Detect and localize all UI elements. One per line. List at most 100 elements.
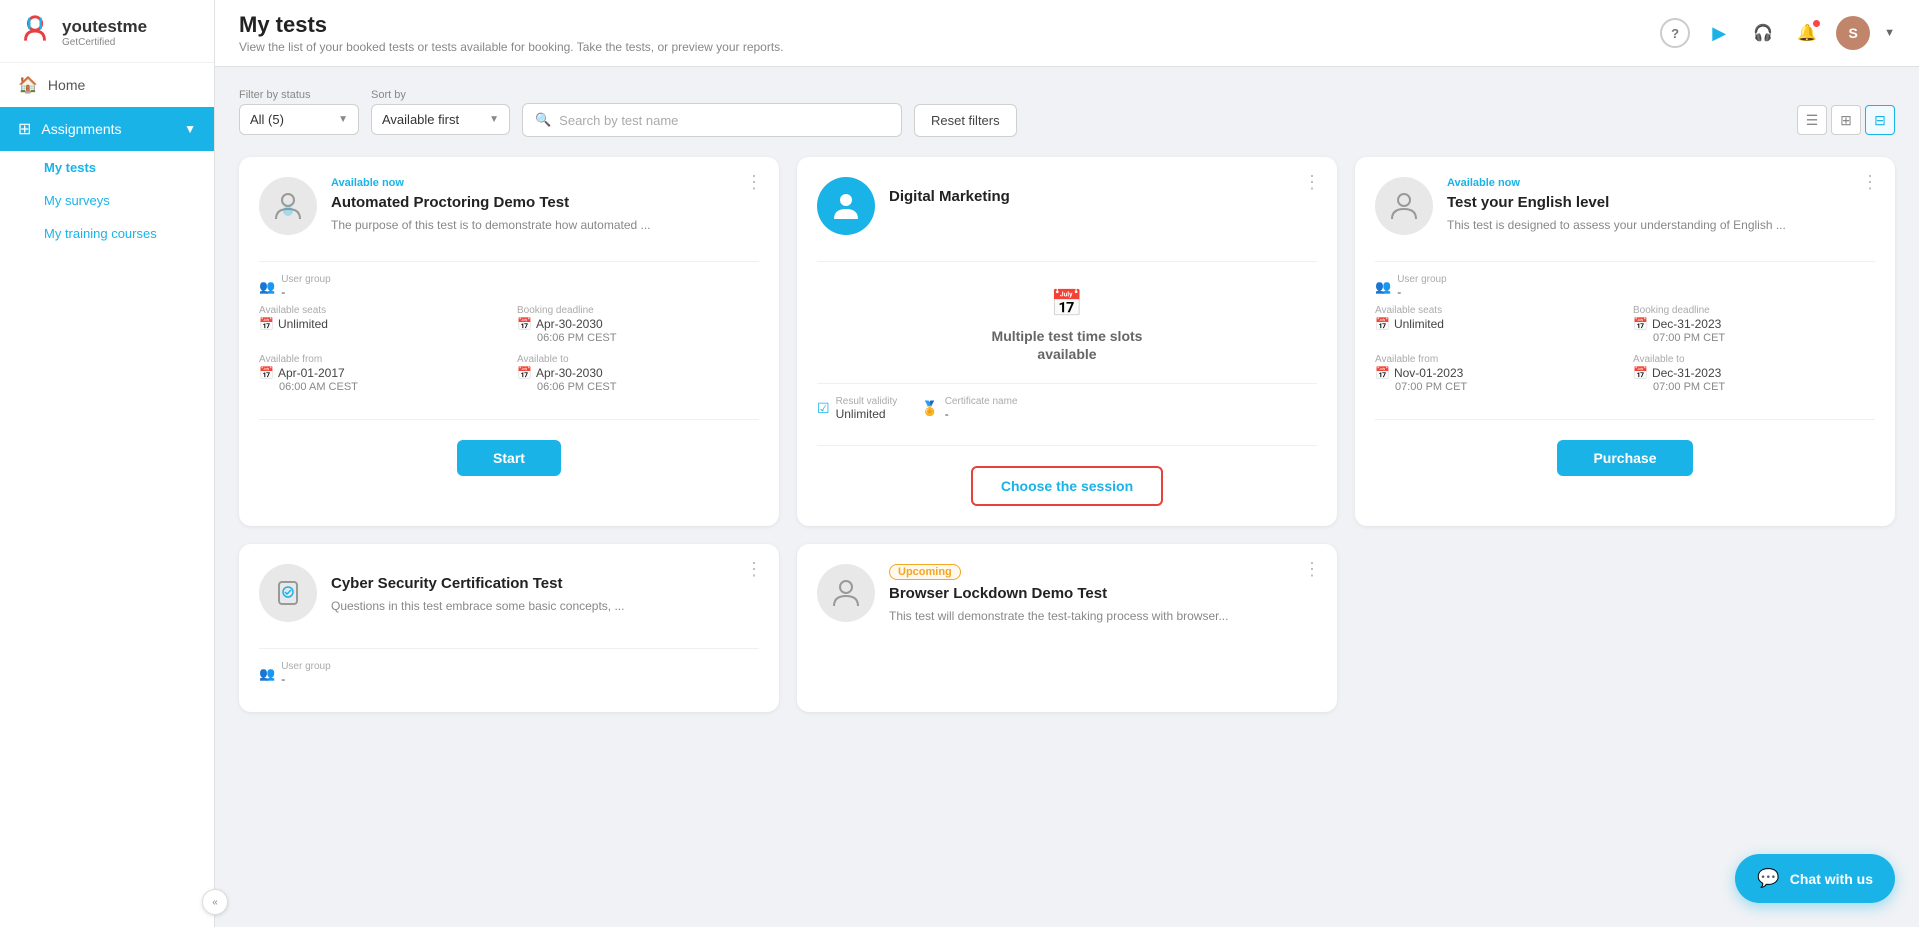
booking-meta-3: Booking deadline 📅Dec-31-2023 07:00 PM C… — [1633, 305, 1875, 344]
calendar-icon-2: 📅 — [517, 317, 532, 331]
page-title: My tests — [239, 12, 784, 38]
list-view-button[interactable]: ☰ — [1797, 105, 1827, 135]
booking-meta-1: Booking deadline 📅Apr-30-2030 06:06 PM C… — [517, 305, 759, 344]
from-meta-3: Available from 📅Nov-01-2023 07:00 PM CET — [1375, 354, 1617, 393]
card-title-3: Test your English level — [1447, 193, 1875, 213]
card-action-2: Choose the session — [817, 466, 1317, 506]
card-menu-4[interactable]: ⋮ — [745, 560, 763, 578]
test-card-1: ⋮ Available now Automated Proctoring Dem… — [239, 157, 779, 526]
view-toggle: ☰ ⊞ ⊟ — [1797, 105, 1895, 135]
sidebar-item-home[interactable]: 🏠 Home — [0, 63, 214, 107]
chat-label: Chat with us — [1790, 871, 1873, 887]
card-menu-2[interactable]: ⋮ — [1303, 173, 1321, 191]
card-header-3: Available now Test your English level Th… — [1375, 177, 1875, 235]
collapse-icon: « — [212, 897, 218, 908]
card-info-3: Available now Test your English level Th… — [1447, 177, 1875, 233]
account-chevron-icon[interactable]: ▼ — [1884, 27, 1895, 39]
shield-icon-4 — [271, 576, 305, 610]
seats-value-3: 📅Unlimited — [1375, 317, 1617, 331]
card-menu-5[interactable]: ⋮ — [1303, 560, 1321, 578]
card-badge-1: Available now — [331, 177, 759, 189]
grid-large-view-button[interactable]: ⊟ — [1865, 105, 1895, 135]
cal-icon-3a: 📅 — [1375, 317, 1390, 331]
booking-value-3: 📅Dec-31-2023 — [1633, 317, 1875, 331]
booking-label-1: Booking deadline — [517, 305, 759, 316]
card-avatar-1 — [259, 177, 317, 235]
status-filter-group: Filter by status All (5) ▼ — [239, 89, 359, 135]
to-meta-1: Available to 📅Apr-30-2030 06:06 PM CEST — [517, 354, 759, 393]
card-menu-3[interactable]: ⋮ — [1861, 173, 1879, 191]
center-content-2: 📅 Multiple test time slotsavailable — [817, 274, 1317, 371]
sidebar-item-my-surveys[interactable]: My surveys — [0, 184, 214, 217]
from-label-1: Available from — [259, 354, 501, 365]
status-filter-label: Filter by status — [239, 89, 359, 101]
result-validity-block: Result validity Unlimited — [836, 396, 898, 421]
slots-text-2: Multiple test time slotsavailable — [992, 327, 1143, 363]
card-info-1: Available now Automated Proctoring Demo … — [331, 177, 759, 233]
chat-icon: 💬 — [1757, 868, 1779, 889]
card-desc-4: Questions in this test embrace some basi… — [331, 598, 759, 615]
user-group-row-4: 👥 User group - — [259, 661, 759, 686]
result-validity-label: Result validity — [836, 396, 898, 407]
person-icon-3 — [1387, 189, 1421, 223]
users-icon-3: 👥 — [1375, 279, 1391, 295]
start-button-1[interactable]: Start — [457, 440, 561, 476]
users-icon-4: 👥 — [259, 666, 275, 682]
certificate-icon: 🏅 — [921, 400, 938, 417]
person-icon — [271, 189, 305, 223]
filter-bar: Filter by status All (5) ▼ Sort by Avail… — [239, 87, 1895, 137]
user-group-block-1: User group - — [281, 274, 330, 299]
reset-filters-button[interactable]: Reset filters — [914, 104, 1017, 137]
play-icon: ▶ — [1712, 23, 1726, 44]
home-icon: 🏠 — [18, 75, 38, 95]
help-button[interactable]: ? — [1660, 18, 1690, 48]
topbar-actions: ? ▶ 🎧 🔔 S ▼ — [1660, 16, 1895, 50]
avatar[interactable]: S — [1836, 16, 1870, 50]
sort-filter-value: Available first — [382, 112, 459, 127]
play-button[interactable]: ▶ — [1704, 18, 1734, 48]
to-time-1: 06:06 PM CEST — [517, 381, 759, 393]
cards-grid: ⋮ Available now Automated Proctoring Dem… — [239, 157, 1895, 712]
notification-button[interactable]: 🔔 — [1792, 18, 1822, 48]
card-header-4: Cyber Security Certification Test Questi… — [259, 564, 759, 622]
headset-button[interactable]: 🎧 — [1748, 18, 1778, 48]
purchase-button-3[interactable]: Purchase — [1557, 440, 1692, 476]
search-box[interactable]: 🔍 — [522, 103, 902, 137]
cal-icon-3b: 📅 — [1633, 317, 1648, 331]
certificate-value: - — [945, 407, 1018, 421]
calendar-icon-3: 📅 — [259, 366, 274, 380]
card-divider-1 — [259, 261, 759, 262]
grid-small-view-button[interactable]: ⊞ — [1831, 105, 1861, 135]
my-surveys-label: My surveys — [44, 193, 110, 208]
sidebar-item-assignments[interactable]: ⊞ Assignments ▼ — [0, 107, 214, 151]
sidebar-collapse-button[interactable]: « — [202, 889, 228, 915]
headset-icon: 🎧 — [1753, 23, 1773, 43]
card-divider-1b — [259, 419, 759, 420]
card-divider-4 — [259, 648, 759, 649]
card-title-4: Cyber Security Certification Test — [331, 574, 759, 594]
card-meta-3: 👥 User group - Available seats 📅Unlimite… — [1375, 274, 1875, 407]
card-desc-5: This test will demonstrate the test-taki… — [889, 608, 1317, 625]
chat-button[interactable]: 💬 Chat with us — [1735, 854, 1895, 903]
choose-session-button[interactable]: Choose the session — [971, 466, 1163, 506]
card-avatar-2 — [817, 177, 875, 235]
card-title-2: Digital Marketing — [889, 187, 1317, 207]
card-menu-1[interactable]: ⋮ — [745, 173, 763, 191]
from-value-1: 📅Apr-01-2017 — [259, 366, 501, 380]
card-title-1: Automated Proctoring Demo Test — [331, 193, 759, 213]
card-divider-3 — [1375, 261, 1875, 262]
card-info-5: Upcoming Browser Lockdown Demo Test This… — [889, 564, 1317, 624]
page-subtitle: View the list of your booked tests or te… — [239, 40, 784, 54]
sidebar-item-my-training[interactable]: My training courses — [0, 217, 214, 250]
user-group-label-4: User group — [281, 661, 330, 672]
sidebar-item-my-tests[interactable]: My tests — [0, 151, 214, 184]
sidebar: youtestme GetCertified 🏠 Home ⊞ Assignme… — [0, 0, 215, 927]
user-group-value-1: - — [281, 285, 330, 299]
status-filter-select[interactable]: All (5) ▼ — [239, 104, 359, 135]
certificate-label: Certificate name — [945, 396, 1018, 407]
search-input[interactable] — [559, 113, 889, 128]
card-meta-grid-1: Available seats 📅Unlimited Booking deadl… — [259, 305, 759, 393]
sort-filter-select[interactable]: Available first ▼ — [371, 104, 510, 135]
from-time-3: 07:00 PM CET — [1375, 381, 1617, 393]
brand-name: youtestme — [62, 18, 147, 37]
